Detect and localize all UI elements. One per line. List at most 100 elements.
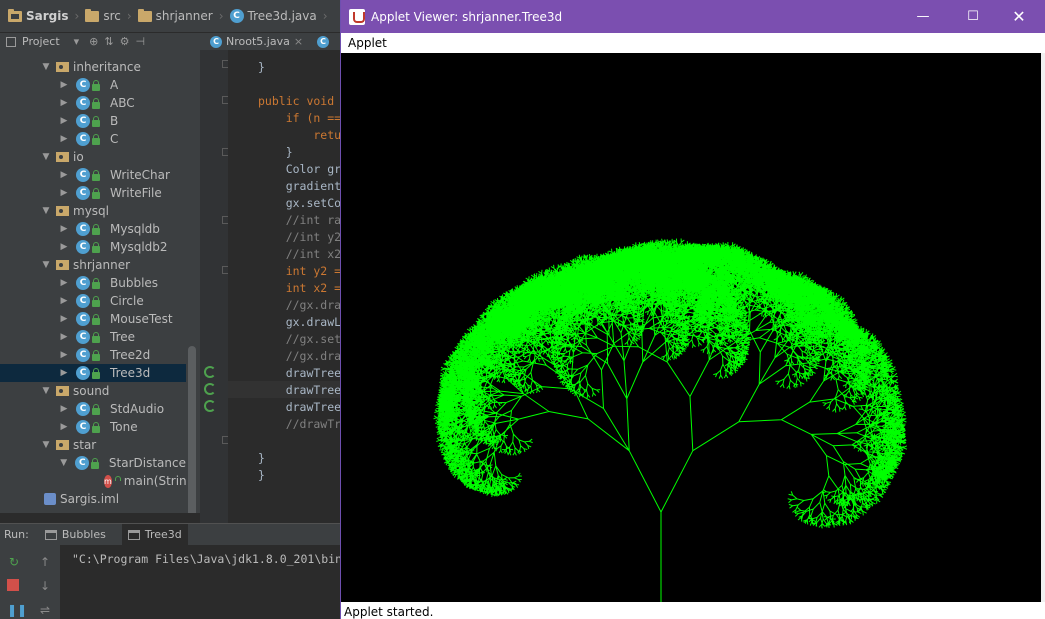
tree-item-inheritance[interactable]: ▼ inheritance: [0, 58, 186, 76]
window-icon: [44, 529, 57, 540]
chevron-right-icon[interactable]: ▶: [58, 296, 70, 306]
tree-item-b[interactable]: ▶ C B: [0, 112, 186, 130]
package-icon: [56, 260, 69, 270]
arrow-up-icon[interactable]: ↑: [38, 555, 52, 569]
breadcrumb-src-label: src: [103, 9, 121, 23]
tree-item-star[interactable]: ▼ star: [0, 436, 186, 454]
tree-item-mysqldb2[interactable]: ▶ C Mysqldb2: [0, 238, 186, 256]
tree-item-label: A: [110, 78, 119, 92]
tree-item-writechar[interactable]: ▶ C WriteChar: [0, 166, 186, 184]
chevron-right-icon[interactable]: ▶: [58, 332, 70, 342]
tree-item-io[interactable]: ▼ io: [0, 148, 186, 166]
maximize-icon[interactable]: ☐: [950, 0, 996, 33]
folder-icon: [8, 8, 22, 22]
class-icon: C: [229, 9, 244, 23]
tree-item-label: StdAudio: [110, 402, 165, 416]
pause-icon[interactable]: ❚❚: [7, 603, 27, 617]
lock-icon: [92, 367, 100, 379]
console-output[interactable]: "C:\Program Files\Java\jdk1.8.0_201\bin: [60, 545, 345, 619]
module-file-icon: [44, 493, 56, 505]
breadcrumb-src[interactable]: src: [85, 8, 121, 23]
tree-item-abc[interactable]: ▶ C ABC: [0, 94, 186, 112]
chevron-right-icon[interactable]: ▶: [58, 278, 70, 288]
tree-item-bubbles[interactable]: ▶ C Bubbles: [0, 274, 186, 292]
applet-title-bar[interactable]: Applet Viewer: shrjanner.Tree3d — ☐ ✕: [341, 0, 1045, 33]
class-icon: C: [76, 402, 90, 416]
stop-icon[interactable]: [7, 579, 19, 591]
chevron-down-icon[interactable]: ▼: [40, 260, 52, 270]
chevron-right-icon[interactable]: ▶: [58, 134, 70, 144]
tree-item-mysqldb[interactable]: ▶ C Mysqldb: [0, 220, 186, 238]
breadcrumb-file[interactable]: C Tree3d.java: [229, 9, 317, 23]
applet-status-text: Applet started.: [344, 605, 434, 619]
chevron-right-icon[interactable]: ▶: [58, 98, 70, 108]
class-icon: C: [76, 348, 90, 362]
tree-item-mousetest[interactable]: ▶ C MouseTest: [0, 310, 186, 328]
chevron-down-icon[interactable]: ▼: [40, 386, 52, 396]
chevron-right-icon[interactable]: ▶: [58, 242, 70, 252]
chevron-right-icon[interactable]: ▶: [58, 80, 70, 90]
tree-item-stardistance[interactable]: ▼ C StarDistance: [0, 454, 186, 472]
chevron-right-icon[interactable]: ▶: [58, 116, 70, 126]
tree-item-label: mysql: [73, 204, 109, 218]
tree-item-tone[interactable]: ▶ C Tone: [0, 418, 186, 436]
gear-icon[interactable]: ⚙: [120, 35, 130, 48]
tree-scrollbar[interactable]: [188, 346, 196, 513]
tree-item-circle[interactable]: ▶ C Circle: [0, 292, 186, 310]
run-tab-bubbles[interactable]: Bubbles: [39, 524, 112, 546]
breadcrumb-project[interactable]: Sargis: [8, 8, 69, 23]
collapse-icon[interactable]: ⇅: [104, 35, 113, 48]
chevron-down-icon[interactable]: ▼: [40, 152, 52, 162]
editor-tab[interactable]: C Nroot5.java ×: [210, 35, 303, 48]
breadcrumb: Sargis › src › shrjanner › C Tree3d.java…: [0, 0, 345, 33]
tree-item-stdaudio[interactable]: ▶ C StdAudio: [0, 400, 186, 418]
applet-status-bar: Applet started.: [341, 602, 1045, 619]
tree-item-main-strin[interactable]: m main(Strin: [0, 472, 187, 490]
applet-menu-item[interactable]: Applet: [348, 36, 387, 50]
folder-icon: [85, 8, 100, 22]
arrow-down-icon[interactable]: ↓: [38, 579, 52, 593]
chevron-right-icon[interactable]: ▶: [58, 368, 70, 378]
close-icon[interactable]: ✕: [996, 0, 1042, 33]
chevron-right-icon[interactable]: ▶: [58, 170, 70, 180]
chevron-down-icon[interactable]: ▼: [40, 440, 52, 450]
class-icon: C: [76, 420, 90, 434]
code-line: if (n ==: [258, 111, 342, 125]
tree-item-sargis-iml[interactable]: Sargis.iml: [0, 490, 186, 508]
window-icon: [127, 529, 140, 540]
chevron-down-icon[interactable]: ▾: [74, 35, 80, 48]
chevron-down-icon[interactable]: ▼: [40, 206, 52, 216]
chevron-right-icon[interactable]: ▶: [58, 188, 70, 198]
tree-item-tree3d[interactable]: ▶ C Tree3d: [0, 364, 186, 382]
tree-item-sound[interactable]: ▼ sound: [0, 382, 186, 400]
code-editor[interactable]: } public void if (n == retu } Color gr gr…: [228, 50, 345, 523]
package-icon: [56, 152, 69, 162]
run-tab-tree3d[interactable]: Tree3d: [121, 523, 188, 546]
chevron-right-icon[interactable]: ▶: [58, 404, 70, 414]
tree-item-c[interactable]: ▶ C C: [0, 130, 186, 148]
chevron-down-icon[interactable]: ▼: [58, 458, 69, 468]
tree-item-mysql[interactable]: ▼ mysql: [0, 202, 186, 220]
tree-item-a[interactable]: ▶ C A: [0, 76, 186, 94]
chevron-right-icon[interactable]: ▶: [58, 422, 70, 432]
tree-item-tree2d[interactable]: ▶ C Tree2d: [0, 346, 186, 364]
tree-item-tree[interactable]: ▶ C Tree: [0, 328, 186, 346]
close-icon[interactable]: ×: [294, 35, 303, 48]
fractal-tree-branches: [433, 238, 908, 602]
chevron-right-icon[interactable]: ▶: [58, 224, 70, 234]
chevron-down-icon[interactable]: ▼: [40, 62, 52, 72]
soft-wrap-icon[interactable]: ⇌: [38, 603, 52, 617]
breadcrumb-package[interactable]: shrjanner: [137, 8, 213, 23]
chevron-right-icon[interactable]: ▶: [58, 350, 70, 360]
chevron-right-icon[interactable]: ▶: [58, 314, 70, 324]
hide-icon[interactable]: ⊣: [135, 35, 145, 48]
locate-icon[interactable]: ⊕: [89, 35, 98, 48]
rerun-icon[interactable]: ↻: [7, 555, 21, 569]
tree-item-shrjanner[interactable]: ▼ shrjanner: [0, 256, 186, 274]
editor-tab[interactable]: C: [317, 35, 330, 48]
tree-item-label: Sargis.iml: [60, 492, 120, 506]
code-line: public void: [258, 94, 342, 108]
minimize-icon[interactable]: —: [900, 0, 946, 33]
project-view-selector[interactable]: Project: [22, 35, 60, 48]
tree-item-writefile[interactable]: ▶ C WriteFile: [0, 184, 186, 202]
